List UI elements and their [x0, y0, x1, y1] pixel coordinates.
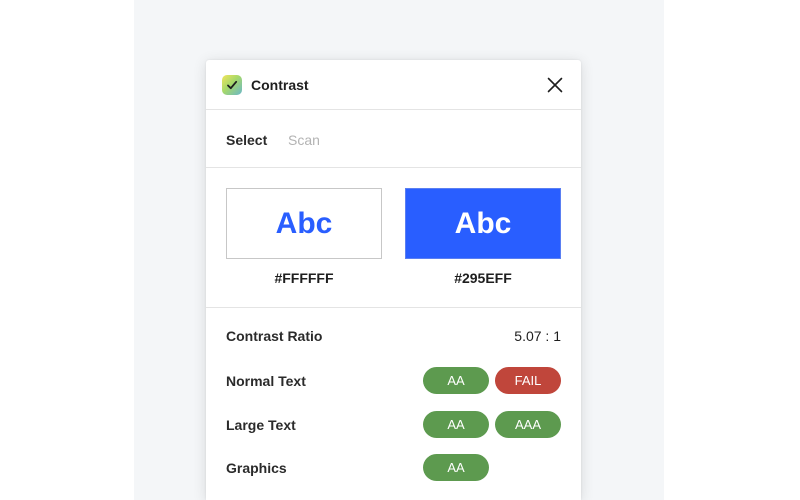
large-text-row: Large Text AA AAA: [226, 411, 561, 439]
large-text-label: Large Text: [226, 417, 296, 433]
normal-text-aaa-badge: FAIL: [495, 367, 561, 394]
normal-text-row: Normal Text AA FAIL: [226, 367, 561, 395]
screen: Contrast Select Scan Abc Abc #FFFFFF #29…: [0, 0, 800, 500]
check-icon: [222, 75, 242, 95]
color-swatches: Abc Abc #FFFFFF #295EFF: [206, 168, 581, 308]
contrast-ratio-value: 5.07 : 1: [514, 328, 561, 344]
foreground-sample-text: Abc: [275, 206, 333, 240]
background-swatch[interactable]: Abc: [405, 188, 561, 259]
normal-text-label: Normal Text: [226, 373, 306, 389]
graphics-aa-badge: AA: [423, 454, 489, 481]
large-text-aa-badge: AA: [423, 411, 489, 438]
contrast-ratio-row: Contrast Ratio 5.07 : 1: [226, 322, 561, 350]
contrast-results: Contrast Ratio 5.07 : 1 Normal Text AA F…: [206, 308, 581, 500]
graphics-label: Graphics: [226, 460, 287, 476]
contrast-plugin-panel: Contrast Select Scan Abc Abc #FFFFFF #29…: [206, 60, 581, 500]
panel-title: Contrast: [251, 77, 309, 93]
background-hex-value[interactable]: #295EFF: [405, 269, 561, 287]
normal-text-aa-badge: AA: [423, 367, 489, 394]
large-text-aaa-badge: AAA: [495, 411, 561, 438]
graphics-row: Graphics AA: [226, 454, 561, 482]
panel-header: Contrast: [206, 60, 581, 110]
close-icon[interactable]: [545, 75, 565, 95]
background-sample-text: Abc: [454, 206, 512, 240]
foreground-swatch[interactable]: Abc: [226, 188, 382, 259]
tab-scan[interactable]: Scan: [288, 131, 320, 149]
contrast-ratio-label: Contrast Ratio: [226, 328, 323, 344]
foreground-hex-value[interactable]: #FFFFFF: [226, 269, 382, 287]
tab-bar: Select Scan: [206, 110, 581, 168]
tab-select[interactable]: Select: [226, 131, 267, 149]
